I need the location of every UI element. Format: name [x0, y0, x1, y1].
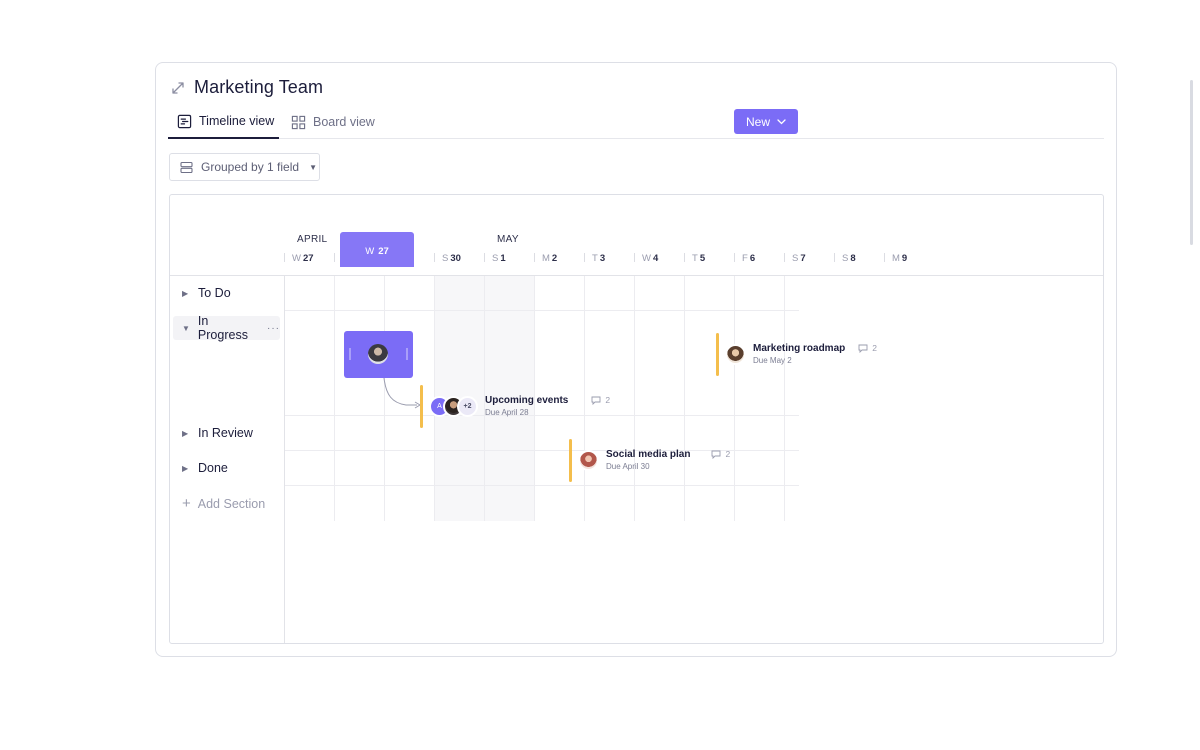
- month-label: MAY: [497, 234, 519, 245]
- month-label: APRIL: [297, 234, 328, 245]
- collapse-triangle-icon: ▼: [182, 323, 190, 333]
- tab-label: Board view: [313, 115, 375, 129]
- task-name: Upcoming events: [485, 395, 569, 406]
- comment-icon: [858, 344, 868, 353]
- day-label: S1: [484, 253, 506, 264]
- section-in-review[interactable]: ▶ In Review: [182, 426, 253, 440]
- task-bar: [569, 439, 572, 482]
- task-due: Due April 30: [606, 462, 650, 471]
- plus-icon: +: [182, 495, 191, 512]
- task-name: Marketing roadmap: [753, 343, 846, 354]
- expand-triangle-icon: ▶: [182, 463, 189, 473]
- comment-icon: [591, 396, 601, 405]
- page-title: Marketing Team: [194, 77, 324, 97]
- task-info: Upcoming events Due April 28: [485, 395, 568, 417]
- task-upcoming-events[interactable]: A +2 Upcoming events Due April 28 2: [420, 385, 610, 428]
- timeline-board: APRIL MAY W27 T28 F29 S30 S1 M2 T3 W4 T5…: [169, 194, 1104, 644]
- task-due: Due May 2: [753, 356, 792, 365]
- task-info: Social media plan Due April 30: [606, 449, 690, 471]
- new-button[interactable]: New: [734, 109, 798, 134]
- section-label: In Progress: [197, 314, 248, 342]
- day-label: S 30: [434, 253, 461, 264]
- section-in-progress[interactable]: ▼ In Progress ···: [173, 314, 280, 342]
- expand-triangle-icon: ▶: [182, 288, 189, 298]
- day-label: M2: [534, 253, 557, 264]
- task-social-media-plan[interactable]: Social media plan Due April 30 2: [569, 439, 730, 482]
- avatar: [578, 450, 599, 471]
- day-label: S7: [784, 253, 806, 264]
- day-label: W4: [634, 253, 658, 264]
- current-day-marker: W 27: [340, 232, 414, 267]
- scrollbar[interactable]: [1190, 80, 1193, 245]
- project-header: Marketing Team: [170, 77, 323, 98]
- header-divider: [170, 275, 1103, 276]
- assignees: [725, 344, 746, 365]
- new-button-label: New: [745, 114, 770, 129]
- row-line: [285, 485, 799, 486]
- view-tabs: Timeline view Board view: [168, 105, 1104, 139]
- group-by-button[interactable]: Grouped by 1 field ▼: [169, 153, 320, 181]
- expand-triangle-icon: ▶: [182, 428, 189, 438]
- task-bar: [716, 333, 719, 376]
- caret-down-icon: ▼: [309, 162, 317, 172]
- expand-icon[interactable]: [170, 80, 186, 96]
- comment-count[interactable]: 2: [858, 343, 877, 353]
- day-label: M9: [884, 253, 907, 264]
- tab-timeline-view[interactable]: Timeline view: [168, 105, 279, 139]
- section-column-divider: [284, 275, 285, 643]
- avatar: [368, 344, 388, 364]
- day-label: F6: [734, 253, 755, 264]
- section-to-do[interactable]: ▶ To Do: [182, 286, 231, 300]
- dragging-task-card[interactable]: [344, 331, 413, 378]
- day-label: W 27: [284, 253, 314, 264]
- add-section-button[interactable]: + Add Section: [182, 495, 265, 512]
- row-line: [285, 310, 799, 311]
- task-info: Marketing roadmap Due May 2: [753, 343, 845, 365]
- task-marketing-roadmap[interactable]: Marketing roadmap Due May 2 2: [716, 333, 877, 376]
- section-done[interactable]: ▶ Done: [182, 461, 228, 475]
- project-card: Marketing Team Timeline view Board view …: [155, 62, 1117, 657]
- resize-handle[interactable]: [349, 348, 351, 360]
- day-label: S8: [834, 253, 856, 264]
- assignees: A +2: [429, 396, 478, 417]
- task-bar: [420, 385, 423, 428]
- section-label: To Do: [198, 286, 231, 300]
- task-name: Social media plan: [606, 449, 691, 460]
- tab-label: Timeline view: [199, 114, 275, 128]
- day-label: T5: [684, 253, 705, 264]
- board-view-icon: [291, 115, 306, 129]
- avatar: [725, 344, 746, 365]
- comment-count[interactable]: 2: [591, 395, 610, 405]
- more-assignees-badge: +2: [457, 396, 478, 417]
- more-options-icon[interactable]: ···: [267, 323, 280, 334]
- timeline-view-icon: [177, 114, 192, 128]
- resize-handle[interactable]: [406, 348, 408, 360]
- comment-count[interactable]: 2: [711, 449, 730, 459]
- chevron-down-icon: [777, 118, 786, 124]
- comment-icon: [712, 450, 721, 459]
- section-label: In Review: [198, 426, 253, 440]
- section-label: Done: [198, 461, 228, 475]
- add-section-label: Add Section: [197, 496, 266, 511]
- tab-board-view[interactable]: Board view: [291, 105, 375, 139]
- assignees: [578, 450, 599, 471]
- day-label: T3: [584, 253, 605, 264]
- group-by-label: Grouped by 1 field: [201, 160, 300, 174]
- task-due: Due April 28: [485, 408, 529, 417]
- group-icon: [180, 161, 193, 173]
